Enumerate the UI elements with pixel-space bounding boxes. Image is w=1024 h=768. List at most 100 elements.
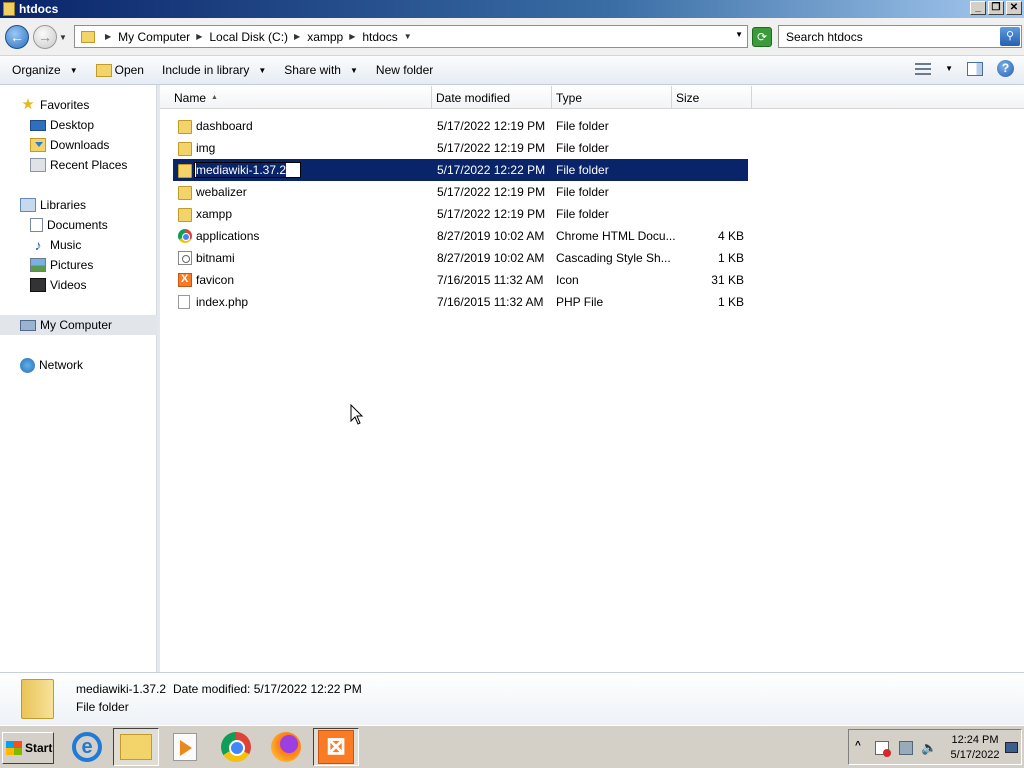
nav-desktop[interactable]: Desktop [30, 116, 94, 134]
restore-button[interactable]: ❐ [988, 1, 1004, 15]
refresh-button[interactable]: ⟳ [752, 27, 772, 47]
nav-libraries[interactable]: Libraries [20, 196, 86, 214]
details-pane: mediawiki-1.37.2 Date modified: 5/17/202… [0, 672, 1024, 725]
new-folder-label: New folder [375, 63, 434, 77]
chevron-right-icon[interactable]: ▶ [294, 32, 300, 41]
breadcrumb: ▶ My Computer ▶ Local Disk (C:) ▶ xampp … [99, 30, 419, 44]
close-button[interactable]: ✕ [1006, 1, 1022, 15]
rename-selected-text: mediawiki-1.37.2 [196, 163, 287, 177]
address-bar[interactable]: ▶ My Computer ▶ Local Disk (C:) ▶ xampp … [74, 25, 748, 48]
file-row-applications[interactable]: applications 8/27/2019 10:02 AM Chrome H… [173, 225, 748, 247]
clock-time: 12:24 PM [951, 734, 999, 746]
folder-icon [178, 186, 192, 200]
chevron-right-icon[interactable]: ▶ [196, 32, 202, 41]
file-row-img[interactable]: img 5/17/2022 12:19 PM File folder [173, 137, 748, 159]
organize-label: Organize [12, 63, 61, 77]
nav-label: Recent Places [50, 158, 128, 172]
nav-downloads[interactable]: Downloads [30, 136, 109, 154]
file-date: 7/16/2015 11:32 AM [437, 273, 544, 287]
back-button[interactable]: ← [5, 25, 29, 49]
breadcrumb-local-disk[interactable]: Local Disk (C:) [209, 30, 288, 44]
breadcrumb-my-computer[interactable]: My Computer [118, 30, 190, 44]
column-header-size[interactable]: Size [672, 86, 752, 109]
taskbar-internet-explorer[interactable]: e [64, 728, 110, 766]
chevron-right-icon[interactable]: ▼ [404, 32, 412, 41]
file-row-bitnami[interactable]: bitnami 8/27/2019 10:02 AM Cascading Sty… [173, 247, 748, 269]
start-button[interactable]: Start [2, 732, 54, 764]
chevron-down-icon[interactable]: ▼ [945, 64, 953, 73]
taskbar-media-player[interactable] [162, 728, 208, 766]
nav-network[interactable]: Network [20, 356, 83, 374]
nav-music[interactable]: ♪ Music [30, 236, 82, 254]
nav-videos[interactable]: Videos [30, 276, 86, 294]
folder-icon [178, 164, 192, 178]
network-icon [20, 357, 35, 373]
rename-input[interactable]: mediawiki-1.37.2 [194, 162, 301, 178]
file-row-index-php[interactable]: index.php 7/16/2015 11:32 AM PHP File 1 … [173, 291, 748, 313]
taskbar-xampp[interactable]: ⊠ [313, 728, 359, 766]
folder-icon [178, 208, 192, 222]
details-date-label: Date modified: [173, 682, 251, 696]
include-in-library-button[interactable]: Include in library ▼ [156, 58, 272, 82]
breadcrumb-htdocs[interactable]: htdocs [362, 30, 397, 44]
preview-pane-icon[interactable] [967, 61, 983, 76]
taskbar: Start e ⊠ ^ 🔈 12:24 PM 5/17/2022 [0, 725, 1024, 768]
organize-button[interactable]: Organize ▼ [6, 58, 84, 82]
rename-box[interactable]: mediawiki-1.37.2 [194, 162, 301, 178]
file-type: File folder [556, 207, 609, 221]
file-date: 5/17/2022 12:19 PM [437, 207, 546, 221]
column-header-type[interactable]: Type [552, 86, 672, 109]
file-row-webalizer[interactable]: webalizer 5/17/2022 12:19 PM File folder [173, 181, 748, 203]
view-controls: ▼ ? [915, 60, 1014, 77]
recent-pages-dropdown[interactable]: ▼ [59, 33, 67, 42]
file-date: 7/16/2015 11:32 AM [437, 295, 544, 309]
search-input[interactable] [779, 29, 994, 44]
clock-date: 5/17/2022 [950, 749, 1000, 761]
views-icon[interactable] [915, 62, 932, 75]
forward-button[interactable]: → [33, 25, 57, 49]
search-box[interactable]: ⚲ [778, 25, 1022, 48]
sort-ascending-icon: ▲ [211, 94, 218, 101]
open-folder-icon [95, 63, 112, 77]
show-hidden-icons-icon[interactable]: ^ [855, 740, 861, 751]
taskbar-chrome[interactable] [213, 728, 259, 766]
file-type: Chrome HTML Docu... [556, 229, 676, 243]
chevron-right-icon[interactable]: ▶ [349, 32, 355, 41]
volume-icon[interactable]: 🔈 [921, 741, 937, 755]
share-with-button[interactable]: Share with ▼ [278, 58, 364, 82]
file-name: xampp [196, 207, 233, 221]
minimize-button[interactable]: _ [970, 1, 986, 15]
nav-label: Libraries [40, 198, 87, 212]
nav-recent-places[interactable]: Recent Places [30, 156, 127, 174]
file-row-xampp[interactable]: xampp 5/17/2022 12:19 PM File folder [173, 203, 748, 225]
clock[interactable]: 12:24 PM 5/17/2022 [945, 733, 1005, 763]
address-history-dropdown[interactable]: ▼ [735, 30, 743, 39]
nav-favorites[interactable]: ★ Favorites [20, 96, 89, 114]
new-folder-button[interactable]: New folder [370, 58, 439, 82]
title-bar[interactable]: htdocs _ ❐ ✕ [0, 0, 1024, 18]
chevron-right-icon[interactable]: ▶ [105, 32, 111, 41]
show-desktop-icon[interactable] [1005, 742, 1018, 753]
column-header-date-modified[interactable]: Date modified [432, 86, 552, 109]
column-header-name[interactable]: Name ▲ [160, 86, 432, 109]
taskbar-firefox[interactable] [263, 728, 309, 766]
breadcrumb-xampp[interactable]: xampp [307, 30, 343, 44]
chevron-down-icon: ▼ [258, 65, 267, 75]
nav-pictures[interactable]: Pictures [30, 256, 93, 274]
open-button[interactable]: Open [90, 58, 150, 82]
nav-documents[interactable]: Documents [30, 216, 108, 234]
file-row-favicon[interactable]: favicon 7/16/2015 11:32 AM Icon 31 KB [173, 269, 748, 291]
file-name: img [196, 141, 216, 155]
file-date: 5/17/2022 12:19 PM [437, 185, 546, 199]
file-date: 8/27/2019 10:02 AM [437, 229, 545, 243]
nav-my-computer[interactable]: My Computer [0, 315, 157, 335]
file-row-dashboard[interactable]: dashboard 5/17/2022 12:19 PM File folder [173, 115, 748, 137]
search-icon[interactable]: ⚲ [1000, 27, 1020, 46]
action-center-flag-icon[interactable] [875, 741, 891, 757]
folder-icon [81, 30, 95, 43]
taskbar-windows-explorer[interactable] [113, 728, 159, 766]
file-type: File folder [556, 141, 609, 155]
help-icon[interactable]: ? [997, 60, 1014, 77]
file-row-mediawiki[interactable]: mediawiki-1.37.2 5/17/2022 12:22 PM File… [173, 159, 748, 181]
network-status-icon[interactable] [899, 741, 913, 755]
